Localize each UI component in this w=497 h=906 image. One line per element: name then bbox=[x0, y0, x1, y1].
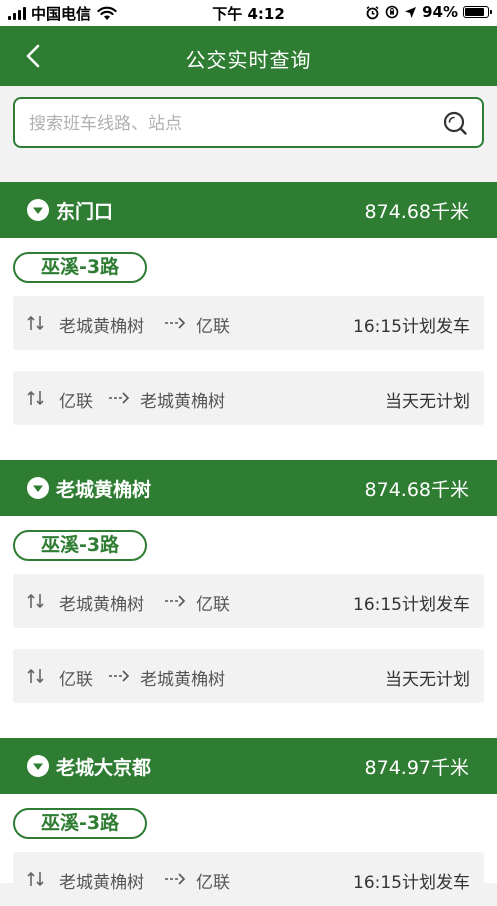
dotted-arrow-icon bbox=[165, 873, 186, 885]
nav-bar: 公交实时查询 bbox=[0, 26, 497, 86]
trip-row[interactable]: 老城黄桷树 亿联 16:15计划发车 bbox=[13, 852, 484, 906]
trip-status: 16:15计划发车 bbox=[353, 595, 470, 615]
stop-distance: 874.97千米 bbox=[364, 757, 469, 779]
swap-direction-icon bbox=[27, 871, 44, 887]
battery-percent: 94% bbox=[422, 3, 458, 21]
trip-destination: 亿联 bbox=[196, 317, 230, 337]
dotted-arrow-icon bbox=[165, 595, 186, 607]
stop-header[interactable]: 老城黄桷树 874.68千米 bbox=[0, 460, 497, 516]
trip-row[interactable]: 老城黄桷树 亿联 16:15计划发车 bbox=[13, 296, 484, 350]
stop-distance: 874.68千米 bbox=[364, 479, 469, 501]
location-arrow-icon bbox=[405, 6, 417, 18]
swap-direction-icon bbox=[27, 315, 44, 331]
trip-status: 16:15计划发车 bbox=[353, 873, 470, 893]
page-title: 公交实时查询 bbox=[185, 48, 312, 72]
battery-icon bbox=[463, 6, 492, 18]
dotted-arrow-icon bbox=[109, 670, 130, 682]
rotation-lock-icon bbox=[385, 5, 399, 19]
stop-header[interactable]: 老城大京都 874.97千米 bbox=[0, 738, 497, 794]
stop-routes: 巫溪-3路 老城黄桷树 亿联 16:15计划发车 bbox=[0, 794, 497, 906]
stop-name: 老城黄桷树 bbox=[56, 479, 152, 501]
stop-routes: 巫溪-3路 老城黄桷树 亿联 16:15计划发车 亿联 老城黄桷树 当天无计划 bbox=[0, 238, 497, 460]
alarm-icon bbox=[366, 5, 379, 19]
trip-origin: 老城黄桷树 bbox=[59, 317, 144, 337]
location-pin-icon bbox=[27, 477, 49, 499]
route-badge[interactable]: 巫溪-3路 bbox=[13, 530, 147, 561]
dotted-arrow-icon bbox=[109, 392, 130, 404]
trip-status: 16:15计划发车 bbox=[353, 317, 470, 337]
search-input[interactable] bbox=[27, 99, 431, 148]
trip-destination: 亿联 bbox=[196, 595, 230, 615]
search-icon[interactable] bbox=[442, 110, 468, 136]
location-pin-icon bbox=[27, 199, 49, 221]
trip-origin: 老城黄桷树 bbox=[59, 873, 144, 893]
trip-row[interactable]: 老城黄桷树 亿联 16:15计划发车 bbox=[13, 574, 484, 628]
status-bar: 中国电信 下午 4:12 94% bbox=[0, 0, 497, 26]
swap-direction-icon bbox=[27, 390, 44, 406]
search-bar bbox=[0, 86, 497, 162]
location-pin-icon bbox=[27, 755, 49, 777]
swap-direction-icon bbox=[27, 668, 44, 684]
trip-origin: 亿联 bbox=[59, 670, 93, 690]
stop-name: 东门口 bbox=[56, 201, 114, 223]
trip-row[interactable]: 亿联 老城黄桷树 当天无计划 bbox=[13, 371, 484, 425]
swap-direction-icon bbox=[27, 593, 44, 609]
trip-destination: 老城黄桷树 bbox=[140, 670, 225, 690]
trip-origin: 老城黄桷树 bbox=[59, 595, 144, 615]
stop-header[interactable]: 东门口 874.68千米 bbox=[0, 182, 497, 238]
stop-distance: 874.68千米 bbox=[364, 201, 469, 223]
trip-destination: 老城黄桷树 bbox=[140, 392, 225, 412]
trip-destination: 亿联 bbox=[196, 873, 230, 893]
battery-fill bbox=[465, 8, 484, 16]
trip-origin: 亿联 bbox=[59, 392, 93, 412]
search-box[interactable] bbox=[13, 97, 484, 148]
route-badge[interactable]: 巫溪-3路 bbox=[13, 252, 147, 283]
status-right: 94% bbox=[365, 3, 492, 21]
trip-status: 当天无计划 bbox=[385, 392, 470, 412]
trip-status: 当天无计划 bbox=[385, 670, 470, 690]
stop-routes: 巫溪-3路 老城黄桷树 亿联 16:15计划发车 亿联 老城黄桷树 当天无计划 bbox=[0, 516, 497, 738]
stop-name: 老城大京都 bbox=[56, 757, 152, 779]
route-badge[interactable]: 巫溪-3路 bbox=[13, 808, 147, 839]
trip-row[interactable]: 亿联 老城黄桷树 当天无计划 bbox=[13, 649, 484, 703]
dotted-arrow-icon bbox=[165, 317, 186, 329]
